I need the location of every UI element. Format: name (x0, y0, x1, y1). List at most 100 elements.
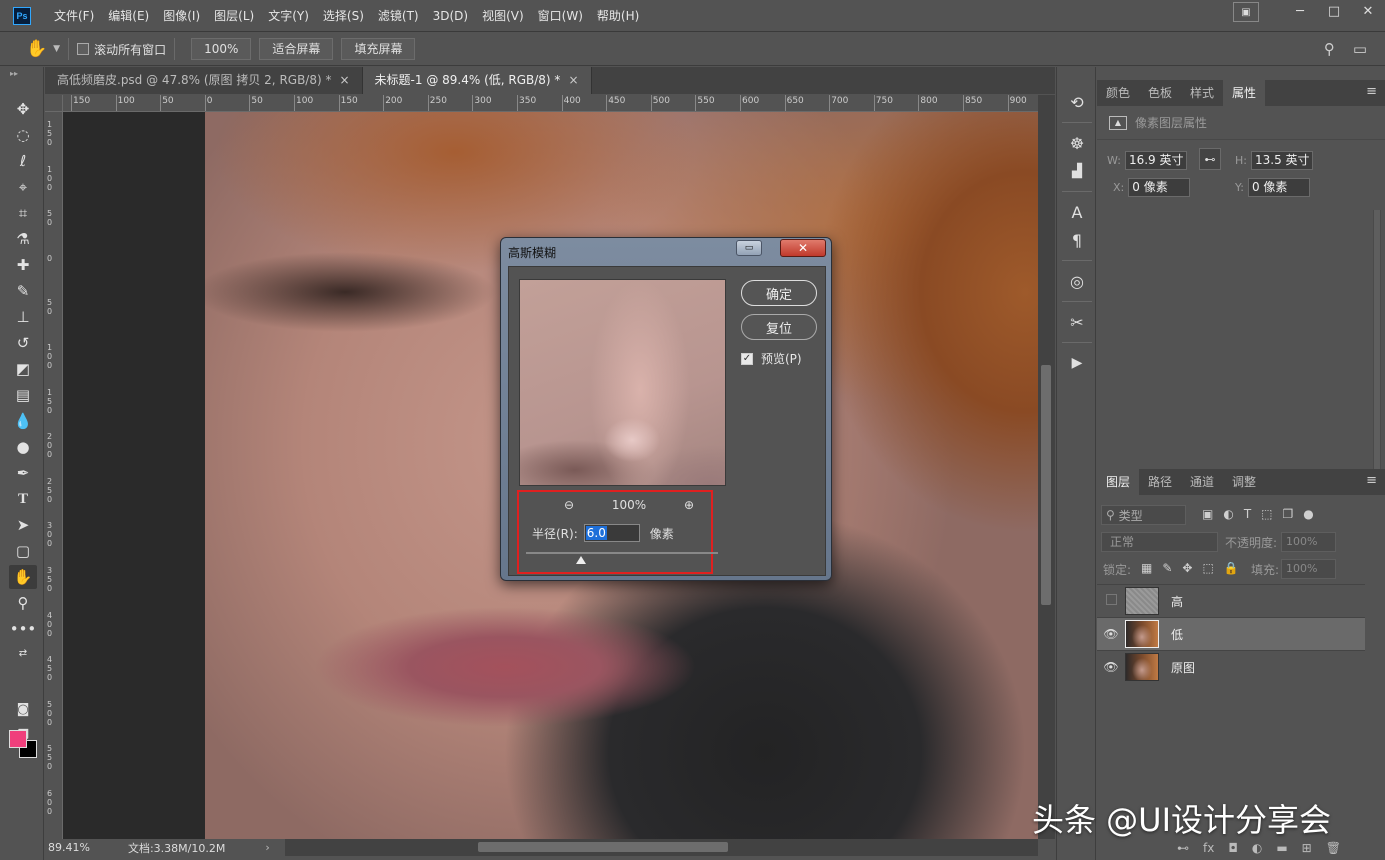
scrollbar-thumb[interactable] (1374, 210, 1380, 510)
layer-row[interactable]: 👁 低 (1097, 617, 1365, 650)
tab-swatches[interactable]: 色板 (1139, 80, 1181, 106)
move-tool-icon[interactable]: ✥ (9, 97, 37, 121)
adjustment-layer-icon[interactable]: ◐ (1252, 841, 1262, 855)
libraries-icon[interactable]: ◎ (1063, 268, 1091, 294)
checkmark-icon[interactable]: ✓ (741, 352, 753, 365)
type-filter-icon[interactable]: T (1244, 507, 1251, 521)
minimize-icon[interactable]: ─ (1283, 0, 1317, 22)
lasso-tool-icon[interactable]: ℓ (9, 149, 37, 173)
layer-name[interactable]: 低 (1171, 626, 1183, 643)
vertical-ruler[interactable]: 1 5 0 1 0 0 5 0 0 5 0 1 0 0 1 5 0 2 0 0 2 5 0 3 0… (45, 112, 63, 839)
close-tab-icon[interactable]: × (339, 73, 349, 87)
workspace-icon[interactable]: ▭ (1353, 40, 1367, 58)
width-input[interactable]: 16.9 英寸 (1124, 151, 1187, 170)
tab-paths[interactable]: 路径 (1139, 469, 1181, 495)
adjustment-filter-icon[interactable]: ◐ (1223, 507, 1233, 521)
ok-button[interactable]: 确定 (741, 280, 817, 306)
lock-position-icon[interactable]: ✥ (1182, 561, 1192, 575)
add-mask-icon[interactable]: ◘ (1228, 841, 1238, 855)
y-input[interactable]: 0 像素 (1247, 178, 1310, 197)
menu-edit[interactable]: 编辑(E) (101, 0, 156, 32)
visibility-toggle[interactable] (1097, 594, 1125, 608)
tab-document-1[interactable]: 高低频磨皮.psd @ 47.8% (原图 拷贝 2, RGB/8) * × (45, 67, 363, 94)
panel-grip-icon[interactable]: ▸▸ (10, 69, 43, 78)
checkbox-icon[interactable] (77, 43, 90, 55)
path-select-tool-icon[interactable]: ➤ (9, 513, 37, 537)
history-brush-tool-icon[interactable]: ↺ (9, 331, 37, 355)
blend-mode-dropdown[interactable]: 正常 (1101, 532, 1218, 552)
eraser-tool-icon[interactable]: ◩ (9, 357, 37, 381)
actions-play-icon[interactable]: ▶ (1063, 350, 1091, 376)
lock-all-icon[interactable]: 🔒 (1224, 561, 1239, 575)
character-icon[interactable]: A (1063, 199, 1091, 225)
tab-properties[interactable]: 属性 (1223, 80, 1266, 106)
hand-tool-icon[interactable]: ✋ (26, 39, 47, 59)
radius-slider-track[interactable] (526, 552, 718, 554)
layer-name[interactable]: 原图 (1171, 659, 1195, 676)
eye-icon[interactable]: 👁 (1097, 660, 1125, 674)
screen-mode-icon[interactable]: ▣ (1233, 2, 1259, 22)
panel-menu-icon[interactable]: ≡ (1366, 84, 1377, 99)
zoom-out-icon[interactable]: ⊖ (564, 498, 574, 512)
layer-name[interactable]: 高 (1171, 593, 1183, 610)
dodge-tool-icon[interactable]: ● (9, 435, 37, 459)
blur-preview[interactable] (519, 279, 726, 486)
reset-button[interactable]: 复位 (741, 314, 817, 340)
scroll-all-windows-checkbox[interactable]: 滚动所有窗口 (77, 41, 166, 58)
clone-stamp-tool-icon[interactable]: ⊥ (9, 305, 37, 329)
fill-screen-button[interactable]: 填充屏幕 (341, 38, 416, 60)
dialog-close-button[interactable]: ✕ (780, 239, 826, 257)
more-tools-icon[interactable]: ••• (9, 617, 37, 641)
height-input[interactable]: 13.5 英寸 (1250, 151, 1313, 170)
quick-select-tool-icon[interactable]: ⌖ (9, 175, 37, 199)
navigator-icon[interactable]: ☸ (1063, 130, 1091, 156)
pixel-filter-icon[interactable]: ▣ (1202, 507, 1213, 521)
tab-styles[interactable]: 样式 (1181, 80, 1223, 106)
menu-filter[interactable]: 滤镜(T) (371, 0, 426, 32)
dialog-minimize-icon[interactable]: ▭ (736, 240, 762, 256)
tool-presets-icon[interactable]: ✂ (1063, 309, 1091, 335)
chevron-down-icon[interactable]: ▼ (53, 44, 60, 54)
filter-toggle-icon[interactable]: ● (1303, 507, 1313, 521)
maximize-icon[interactable]: □ (1317, 0, 1351, 22)
delete-layer-icon[interactable]: 🗑 (1326, 841, 1341, 855)
scrollbar-thumb[interactable] (1041, 365, 1051, 605)
vertical-scrollbar[interactable] (1038, 95, 1055, 839)
eyedropper-tool-icon[interactable]: ⚗ (9, 227, 37, 251)
tab-adjustments[interactable]: 调整 (1223, 469, 1265, 495)
zoom-in-icon[interactable]: ⊕ (684, 498, 694, 512)
smart-object-filter-icon[interactable]: ❐ (1283, 507, 1294, 521)
tab-document-2[interactable]: 未标题-1 @ 89.4% (低, RGB/8) * × (362, 67, 592, 94)
tab-color[interactable]: 颜色 (1097, 80, 1139, 106)
menu-layer[interactable]: 图层(L) (207, 0, 261, 32)
zoom-level[interactable]: 89.41% (48, 841, 90, 854)
crop-tool-icon[interactable]: ⌗ (9, 201, 37, 225)
fx-icon[interactable]: fx (1203, 841, 1214, 855)
histogram-icon[interactable]: ▟ (1063, 158, 1091, 184)
foreground-color-swatch[interactable] (9, 730, 27, 748)
radius-value[interactable]: 6.0 (585, 526, 607, 540)
zoom-tool-icon[interactable]: ⚲ (9, 591, 37, 615)
layer-filter-dropdown[interactable]: ⚲ 类型 (1101, 505, 1186, 525)
blur-tool-icon[interactable]: 💧 (9, 409, 37, 433)
menu-help[interactable]: 帮助(H) (590, 0, 646, 32)
tab-layers[interactable]: 图层 (1097, 469, 1140, 495)
search-icon[interactable]: ⚲ (1324, 40, 1335, 58)
fit-screen-button[interactable]: 适合屏幕 (259, 38, 334, 60)
menu-select[interactable]: 选择(S) (316, 0, 371, 32)
brush-tool-icon[interactable]: ✎ (9, 279, 37, 303)
close-icon[interactable]: ✕ (1351, 0, 1385, 22)
menu-image[interactable]: 图像(I) (156, 0, 207, 32)
panel-menu-icon[interactable]: ≡ (1366, 473, 1377, 488)
quick-mask-icon[interactable]: ◙ (9, 697, 37, 721)
hand-tool-icon[interactable]: ✋ (9, 565, 37, 589)
menu-type[interactable]: 文字(Y) (261, 0, 316, 32)
eye-icon[interactable]: 👁 (1097, 627, 1125, 641)
link-icon[interactable]: ⊷ (1199, 148, 1221, 170)
radius-slider-handle[interactable] (576, 556, 586, 564)
hidden-eye-icon[interactable] (1105, 594, 1117, 605)
link-layers-icon[interactable]: ⊷ (1177, 841, 1189, 855)
chevron-right-icon[interactable]: › (265, 841, 269, 854)
menu-view[interactable]: 视图(V) (475, 0, 531, 32)
lock-transparent-icon[interactable]: ▦ (1141, 561, 1152, 575)
